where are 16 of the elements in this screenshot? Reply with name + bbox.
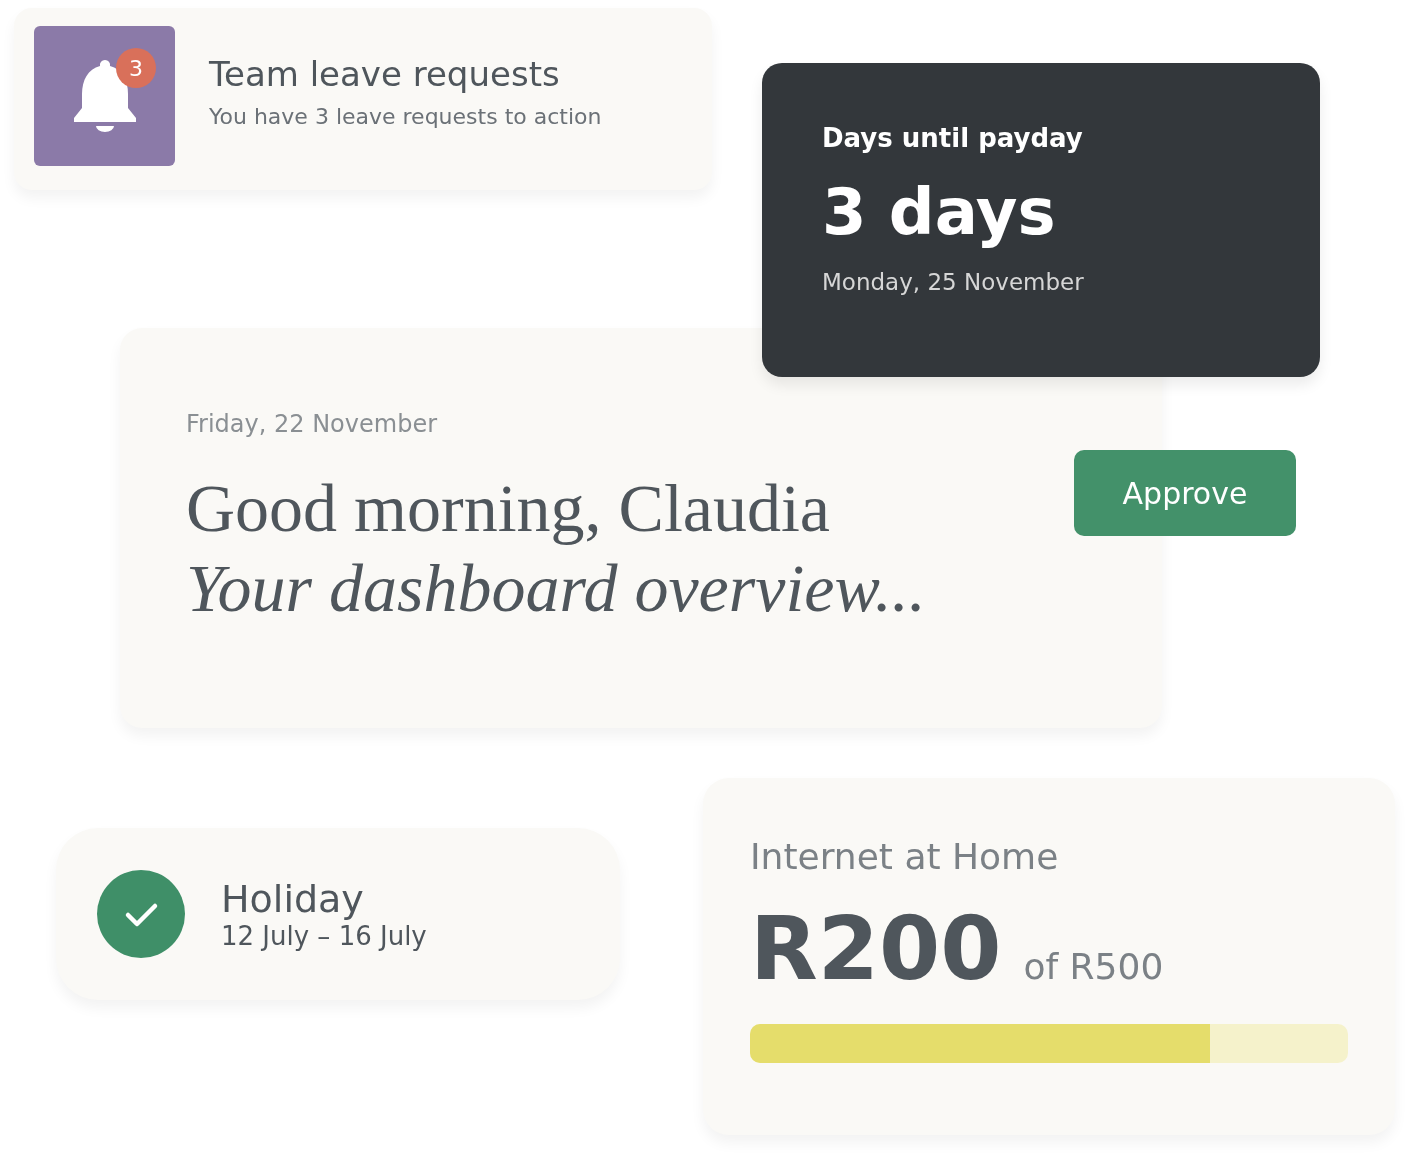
allowance-amount: R200 (750, 897, 1002, 1000)
date-label: Friday, 22 November (186, 410, 438, 438)
notification-badge: 3 (116, 48, 156, 88)
holiday-dates: 12 July – 16 July (221, 921, 427, 951)
holiday-title: Holiday (221, 877, 365, 921)
card-subtitle: You have 3 leave requests to action (209, 104, 602, 129)
approve-button[interactable]: Approve (1074, 450, 1296, 536)
card-title: Team leave requests (209, 54, 561, 94)
greeting-subtitle: Your dashboard overview... (186, 549, 927, 628)
greeting-heading: Good morning, Claudia (186, 469, 832, 548)
payday-date: Monday, 25 November (822, 269, 1085, 295)
payday-label: Days until payday (822, 123, 1084, 153)
allowance-title: Internet at Home (750, 836, 1060, 877)
check-icon (97, 870, 185, 958)
payday-countdown: 3 days (822, 175, 1057, 249)
allowance-limit: of R500 (1023, 946, 1164, 987)
